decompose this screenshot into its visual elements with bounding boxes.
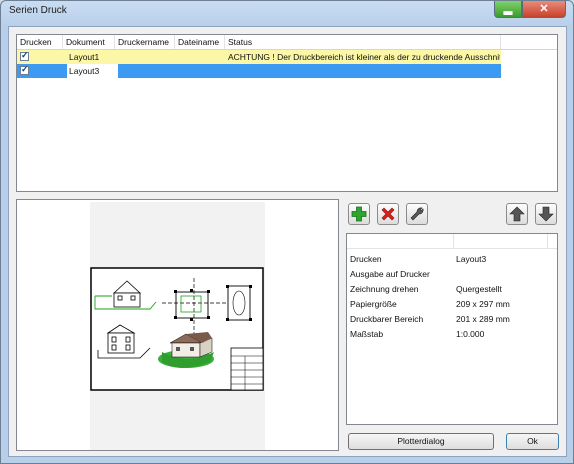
property-value: Layout3 xyxy=(456,254,487,264)
property-key: Zeichnung drehen xyxy=(350,284,419,294)
x-icon xyxy=(381,207,395,221)
cell-status xyxy=(228,64,500,78)
close-icon: ✕ xyxy=(539,3,549,15)
add-layout-button[interactable] xyxy=(348,203,370,225)
property-key: Papiergröße xyxy=(350,299,397,309)
print-checkbox[interactable] xyxy=(20,50,29,61)
arrow-up-icon xyxy=(509,206,525,222)
property-value: Quergestellt xyxy=(456,284,502,294)
cell-dateiname xyxy=(175,50,225,64)
property-key: Drucken xyxy=(350,254,382,264)
window-title: Serien Druck xyxy=(9,5,67,16)
dialog-window: Serien Druck ▂ ✕ Drucken Dokument Drucke… xyxy=(0,0,574,464)
settings-button[interactable] xyxy=(406,203,428,225)
dialog-client-area: Drucken Dokument Druckername Dateiname S… xyxy=(8,26,567,457)
column-header-dateiname[interactable]: Dateiname xyxy=(175,35,225,49)
cell-status: ACHTUNG ! Der Druckbereich ist kleiner a… xyxy=(228,52,500,62)
property-row: Ausgabe auf Drucker xyxy=(347,267,557,282)
print-preview xyxy=(16,199,339,451)
layout-table: Drucken Dokument Druckername Dateiname S… xyxy=(16,34,558,192)
column-header-dokument[interactable]: Dokument xyxy=(63,35,115,49)
properties-header xyxy=(347,234,557,249)
drawing-preview-image xyxy=(90,267,264,391)
print-checkbox[interactable] xyxy=(20,64,29,75)
property-row: Zeichnung drehen Quergestellt xyxy=(347,282,557,297)
column-header-druckername[interactable]: Druckername xyxy=(115,35,175,49)
table-row[interactable]: Layout1 ACHTUNG ! Der Druckbereich ist k… xyxy=(17,50,501,64)
property-value: 1:0.000 xyxy=(456,329,485,339)
column-header-drucken[interactable]: Drucken xyxy=(17,35,63,49)
move-down-button[interactable] xyxy=(535,203,557,225)
minimize-button[interactable]: ▂ xyxy=(494,1,522,18)
property-row: Papiergröße 209 x 297 mm xyxy=(347,297,557,312)
cell-dokument: Layout1 xyxy=(69,52,100,62)
ok-button[interactable]: Ok xyxy=(506,433,559,450)
minimize-icon: ▂ xyxy=(503,3,513,15)
table-row[interactable]: Layout3 xyxy=(17,64,501,78)
arrow-down-icon xyxy=(538,206,554,222)
column-header-status[interactable]: Status xyxy=(225,35,501,49)
property-key: Druckbarer Bereich xyxy=(350,314,424,324)
column-header-empty xyxy=(501,35,557,49)
plus-icon xyxy=(351,206,367,222)
property-value: 209 x 297 mm xyxy=(456,299,510,309)
cell-dateiname xyxy=(175,64,225,78)
wrench-icon xyxy=(410,207,424,221)
properties-panel: Drucken Layout3 Ausgabe auf Drucker Zeic… xyxy=(346,233,558,425)
property-key: Ausgabe auf Drucker xyxy=(350,269,430,279)
cell-dokument: Layout3 xyxy=(67,64,118,78)
property-row: Druckbarer Bereich 201 x 289 mm xyxy=(347,312,557,327)
preview-sheet xyxy=(90,202,265,450)
property-key: Maßstab xyxy=(350,329,384,339)
cell-druckername xyxy=(115,50,175,64)
close-button[interactable]: ✕ xyxy=(522,1,566,18)
plotterdialog-button[interactable]: Plotterdialog xyxy=(348,433,494,450)
property-row: Drucken Layout3 xyxy=(347,252,557,267)
cell-druckername xyxy=(115,64,175,78)
property-value: 201 x 289 mm xyxy=(456,314,510,324)
table-header: Drucken Dokument Druckername Dateiname S… xyxy=(17,35,557,50)
delete-layout-button[interactable] xyxy=(377,203,399,225)
move-up-button[interactable] xyxy=(506,203,528,225)
property-row: Maßstab 1:0.000 xyxy=(347,327,557,342)
